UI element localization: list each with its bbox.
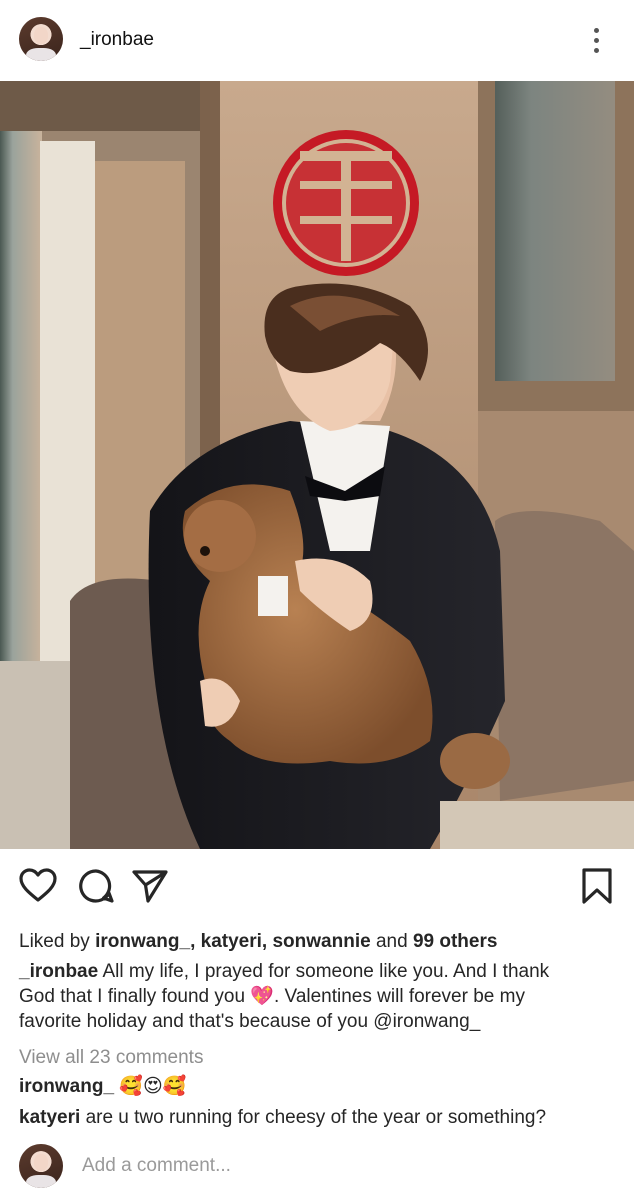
view-all-comments-link[interactable]: View all 23 comments <box>19 1045 203 1070</box>
caption-line-2: God that I finally found you 💖. Valentin… <box>19 984 525 1009</box>
bookmark-icon[interactable] <box>577 866 617 906</box>
heart-icon[interactable] <box>18 866 58 906</box>
caption-text-1: All my life, I prayed for someone like y… <box>102 961 550 982</box>
author-username[interactable]: _ironbae <box>80 29 154 51</box>
comment-text: are u two running for cheesy of the year… <box>85 1107 547 1128</box>
caption-line-1: _ironbae All my life, I prayed for someo… <box>19 959 549 984</box>
comment-username[interactable]: katyeri <box>19 1107 80 1128</box>
liker-katyeri[interactable]: katyeri <box>201 931 262 952</box>
caption-text-2: God that I finally found you <box>19 986 246 1007</box>
post-photo[interactable] <box>0 81 634 849</box>
comment-username[interactable]: ironwang_ <box>19 1076 114 1097</box>
caption-username[interactable]: _ironbae <box>19 961 98 982</box>
caption-text-2b: . Valentines will forever be my <box>274 986 525 1007</box>
post-actions <box>0 860 634 912</box>
sparkling-heart-emoji: 💖 <box>250 986 274 1007</box>
author-avatar[interactable] <box>19 17 63 61</box>
comment-text: 🥰😍🥰 <box>119 1076 187 1097</box>
likes-prefix: Liked by <box>19 931 90 952</box>
likes-separator: , <box>261 931 268 952</box>
post-header: _ironbae <box>0 0 634 80</box>
likes-separator: , <box>190 931 196 952</box>
caption-text-3: favorite holiday and that's because of y… <box>19 1011 481 1032</box>
current-user-avatar <box>19 1144 63 1188</box>
comment-icon[interactable] <box>76 866 116 906</box>
liker-ironwang[interactable]: ironwang_ <box>95 931 190 952</box>
likes-others[interactable]: 99 others <box>413 931 497 952</box>
add-comment-input[interactable]: Add a comment... <box>82 1155 231 1177</box>
share-icon[interactable] <box>130 866 170 906</box>
caption-line-3: favorite holiday and that's because of y… <box>19 1009 480 1034</box>
comment-row: ironwang_ 🥰😍🥰 <box>19 1074 186 1099</box>
liker-sonwannie[interactable]: sonwannie <box>272 931 370 952</box>
more-vertical-icon[interactable] <box>588 25 604 57</box>
likes-summary: Liked by ironwang_, katyeri, sonwannie a… <box>19 929 497 954</box>
likes-and: and <box>375 931 408 952</box>
comment-row: katyeri are u two running for cheesy of … <box>19 1105 546 1130</box>
